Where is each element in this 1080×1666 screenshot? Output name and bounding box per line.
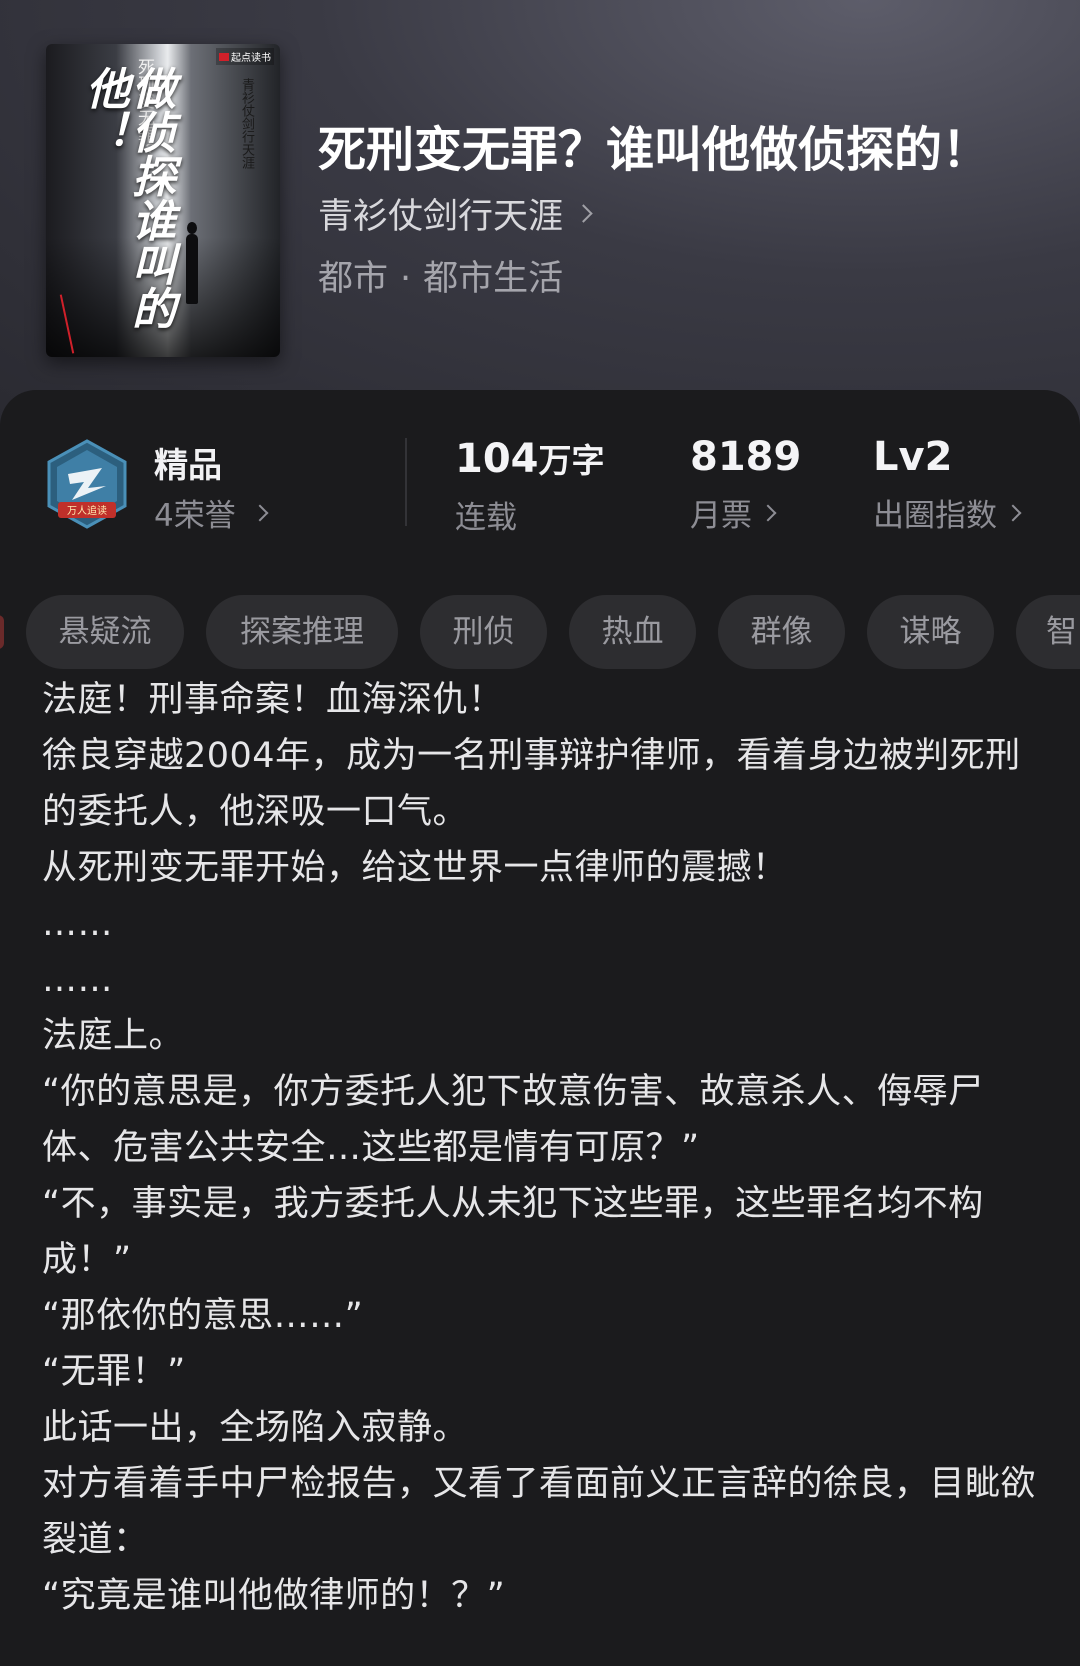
- cover-figure: [186, 234, 198, 304]
- synopsis-line: “你的意思是，你方委托人犯下故意伤害、故意杀人、侮辱尸体、危害公共安全…这些都是…: [42, 1072, 984, 1168]
- tag-item[interactable]: 群像: [718, 595, 845, 669]
- cover-title: 做侦探谁叫的他！: [78, 66, 175, 330]
- cover-author: 青衫仗剑行天涯: [239, 78, 254, 169]
- stat-label: 月票: [690, 498, 752, 534]
- honor-count-link[interactable]: 4荣誉: [154, 490, 269, 535]
- synopsis-line: ……: [42, 904, 113, 944]
- tag-item[interactable]: 智: [1016, 595, 1080, 669]
- book-header: 死刑变无罪？ 做侦探谁叫的他！ 青衫仗剑行天涯 起点读书 死刑变无罪？谁叫他做侦…: [0, 0, 1080, 430]
- stat-value: 104: [455, 436, 539, 482]
- stat-monthly-votes[interactable]: 8189 月票: [690, 434, 801, 535]
- synopsis-line: 法庭上。: [42, 1016, 185, 1056]
- tag-item[interactable]: 谋略: [867, 595, 994, 669]
- tag-item[interactable]: 探案推理: [206, 595, 398, 669]
- synopsis-line: “不，事实是，我方委托人从未犯下这些罪，这些罪名均不构成！”: [42, 1184, 984, 1280]
- stat-unit: 万字: [538, 441, 605, 480]
- stat-word-count: 104万字 连载: [455, 434, 605, 537]
- genre-sub[interactable]: 都市生活: [423, 259, 563, 299]
- genre-main[interactable]: 都市: [318, 259, 388, 299]
- book-detail-page: 死刑变无罪？ 做侦探谁叫的他！ 青衫仗剑行天涯 起点读书 死刑变无罪？谁叫他做侦…: [0, 0, 1080, 1666]
- cover-figure-head: [187, 222, 197, 234]
- book-cover[interactable]: 死刑变无罪？ 做侦探谁叫的他！ 青衫仗剑行天涯 起点读书: [46, 44, 280, 357]
- author-name: 青衫仗剑行天涯: [318, 197, 564, 237]
- author-link[interactable]: 青衫仗剑行天涯: [318, 188, 593, 239]
- cover-brand-text: 起点读书: [231, 53, 271, 64]
- synopsis-line: “那依你的意思……”: [42, 1296, 364, 1336]
- stat-label: 出圈指数: [873, 498, 997, 534]
- stats-divider: [405, 438, 407, 526]
- stats-row: 万人追读 精品 4荣誉 104万字 连载 8189 月票 Lv2 出圈指数: [0, 424, 1080, 537]
- chevron-right-icon: [574, 204, 593, 223]
- honor-count: 4荣誉: [154, 498, 236, 534]
- chevron-right-icon: [251, 504, 269, 521]
- chevron-right-icon: [1004, 504, 1022, 521]
- synopsis-line: ……: [42, 960, 113, 1000]
- brand-logo-icon: [219, 53, 229, 61]
- tag-list: 悬疑流 探案推理 刑侦 热血 群像 谋略 智: [0, 595, 1080, 669]
- book-title: 死刑变无罪？谁叫他做侦探的！: [318, 122, 991, 178]
- tag-item[interactable]: 刑侦: [420, 595, 547, 669]
- chevron-right-icon: [759, 504, 777, 521]
- synopsis-line: 法庭！刑事命案！血海深仇！: [42, 680, 504, 720]
- cover-brand: 起点读书: [216, 48, 274, 65]
- synopsis-line: 从死刑变无罪开始，给这世界一点律师的震撼！: [42, 848, 788, 888]
- info-panel: 万人追读 精品 4荣誉 104万字 连载 8189 月票 Lv2 出圈指数 悬疑…: [0, 390, 1080, 1666]
- tag-item[interactable]: 悬疑流: [26, 595, 184, 669]
- stat-value: Lv2: [873, 434, 953, 480]
- tag-edge-marker: [0, 615, 4, 649]
- synopsis-line: 徐良穿越2004年，成为一名刑事辩护律师，看着身边被判死刑的委托人，他深吸一口气…: [42, 736, 1021, 832]
- synopsis-line: “究竟是谁叫他做律师的！？”: [42, 1576, 506, 1616]
- synopsis-line: 对方看着手中尸检报告，又看了看面前义正言辞的徐良，目眦欲裂道：: [42, 1464, 1037, 1560]
- genre-row: 都市 · 都市生活: [318, 250, 563, 301]
- honor-badge-icon[interactable]: 万人追读: [44, 438, 130, 530]
- stat-popularity-level[interactable]: Lv2 出圈指数: [873, 434, 1022, 535]
- badge-label: 万人追读: [67, 504, 107, 517]
- honor-name: 精品: [154, 446, 222, 486]
- synopsis-line: 此话一出，全场陷入寂静。: [42, 1408, 469, 1448]
- synopsis-line: “无罪！”: [42, 1352, 186, 1392]
- stat-label: 连载: [455, 500, 517, 536]
- genre-separator: ·: [400, 259, 412, 299]
- tag-item[interactable]: 热血: [569, 595, 696, 669]
- stat-value: 8189: [690, 434, 802, 480]
- book-synopsis[interactable]: 法庭！刑事命案！血海深仇！ 徐良穿越2004年，成为一名刑事辩护律师，看着身边被…: [42, 672, 1042, 1624]
